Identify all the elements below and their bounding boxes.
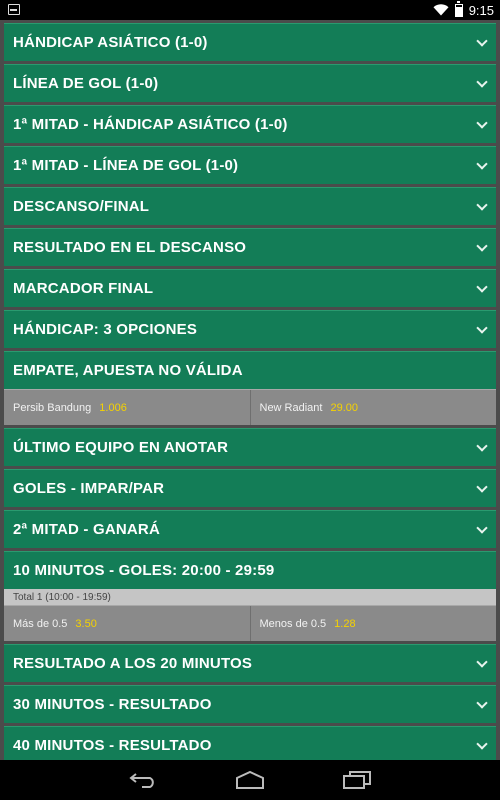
status-icons: 9:15 xyxy=(433,0,494,20)
market-sublabel: Total 1 (10:00 - 19:59) xyxy=(4,589,496,605)
chevron-down-icon xyxy=(476,240,488,252)
market-draw-no-bet[interactable]: EMPATE, APUESTA NO VÁLIDA xyxy=(4,351,496,389)
chevron-down-icon xyxy=(476,199,488,211)
selection-price: 3.50 xyxy=(75,617,97,630)
market-goals-odd-even[interactable]: GOLES - IMPAR/PAR xyxy=(4,469,496,507)
market-label: DESCANSO/FINAL xyxy=(13,198,150,215)
chevron-down-icon xyxy=(476,440,488,452)
market-label: ÚLTIMO EQUIPO EN ANOTAR xyxy=(13,439,229,456)
selection-price: 29.00 xyxy=(330,401,359,414)
market-label: 10 MINUTOS - GOLES: 20:00 - 29:59 xyxy=(13,562,275,579)
wifi-icon xyxy=(433,4,449,16)
chevron-down-icon xyxy=(476,697,488,709)
market-halftime-result[interactable]: RESULTADO EN EL DESCANSO xyxy=(4,228,496,266)
odds-selection-over[interactable]: Más de 0.5 3.50 xyxy=(4,606,250,641)
clock: 9:15 xyxy=(468,2,494,18)
status-bar: 9:15 xyxy=(0,0,500,20)
home-icon[interactable] xyxy=(234,770,266,790)
selection-price: 1.28 xyxy=(334,617,356,630)
market-label: RESULTADO A LOS 20 MINUTOS xyxy=(13,655,253,672)
chevron-down-icon xyxy=(476,76,488,88)
selection-name: Más de 0.5 xyxy=(13,617,68,630)
market-label: RESULTADO EN EL DESCANSO xyxy=(13,239,247,256)
chevron-down-icon xyxy=(476,738,488,750)
market-label: 1ª MITAD - HÁNDICAP ASIÁTICO (1-0) xyxy=(13,116,288,133)
chevron-down-icon xyxy=(476,117,488,129)
market-label: GOLES - IMPAR/PAR xyxy=(13,480,165,497)
chevron-down-icon xyxy=(476,522,488,534)
market-40-minute-result[interactable]: 40 MINUTOS - RESULTADO xyxy=(4,726,496,760)
selection-name: New Radiant xyxy=(259,401,323,414)
market-goal-line[interactable]: LÍNEA DE GOL (1-0) xyxy=(4,64,496,102)
market-halftime-fulltime[interactable]: DESCANSO/FINAL xyxy=(4,187,496,225)
odds-row: Persib Bandung 1.006 New Radiant 29.00 xyxy=(4,389,496,425)
odds-selection-home[interactable]: Persib Bandung 1.006 xyxy=(4,390,250,425)
market-label: MARCADOR FINAL xyxy=(13,280,154,297)
chevron-down-icon xyxy=(476,656,488,668)
chevron-down-icon xyxy=(476,35,488,47)
market-10-minute-goals[interactable]: 10 MINUTOS - GOLES: 20:00 - 29:59 xyxy=(4,551,496,589)
market-list[interactable]: HÁNDICAP ASIÁTICO (1-0) LÍNEA DE GOL (1-… xyxy=(0,20,500,760)
market-label: 1ª MITAD - LÍNEA DE GOL (1-0) xyxy=(13,157,239,174)
odds-selection-away[interactable]: New Radiant 29.00 xyxy=(249,390,497,425)
market-three-way-handicap[interactable]: HÁNDICAP: 3 OPCIONES xyxy=(4,310,496,348)
market-label: 40 MINUTOS - RESULTADO xyxy=(13,737,212,754)
market-final-score[interactable]: MARCADOR FINAL xyxy=(4,269,496,307)
market-asian-handicap[interactable]: HÁNDICAP ASIÁTICO (1-0) xyxy=(4,23,496,61)
recents-icon[interactable] xyxy=(343,771,371,789)
market-label: 30 MINUTOS - RESULTADO xyxy=(13,696,212,713)
chevron-down-icon xyxy=(476,481,488,493)
battery-icon xyxy=(454,0,463,17)
navigation-bar xyxy=(0,760,500,800)
market-second-half-winner[interactable]: 2ª MITAD - GANARÁ xyxy=(4,510,496,548)
odds-selection-under[interactable]: Menos de 0.5 1.28 xyxy=(249,606,497,641)
market-last-team-to-score[interactable]: ÚLTIMO EQUIPO EN ANOTAR xyxy=(4,428,496,466)
chevron-down-icon xyxy=(476,322,488,334)
market-20-minute-result[interactable]: RESULTADO A LOS 20 MINUTOS xyxy=(4,644,496,682)
notification-icon xyxy=(8,4,20,15)
odds-row: Más de 0.5 3.50 Menos de 0.5 1.28 xyxy=(4,605,496,641)
market-label: LÍNEA DE GOL (1-0) xyxy=(13,75,159,92)
chevron-down-icon xyxy=(476,281,488,293)
selection-name: Menos de 0.5 xyxy=(259,617,327,630)
selection-name: Persib Bandung xyxy=(13,401,92,414)
market-label: HÁNDICAP: 3 OPCIONES xyxy=(13,321,198,338)
market-30-minute-result[interactable]: 30 MINUTOS - RESULTADO xyxy=(4,685,496,723)
market-label: EMPATE, APUESTA NO VÁLIDA xyxy=(13,362,243,379)
market-label: HÁNDICAP ASIÁTICO (1-0) xyxy=(13,34,208,51)
selection-price: 1.006 xyxy=(99,401,127,414)
chevron-down-icon xyxy=(476,158,488,170)
back-icon[interactable] xyxy=(128,772,158,788)
market-label: 2ª MITAD - GANARÁ xyxy=(13,521,160,538)
market-first-half-goal-line[interactable]: 1ª MITAD - LÍNEA DE GOL (1-0) xyxy=(4,146,496,184)
market-first-half-asian-handicap[interactable]: 1ª MITAD - HÁNDICAP ASIÁTICO (1-0) xyxy=(4,105,496,143)
